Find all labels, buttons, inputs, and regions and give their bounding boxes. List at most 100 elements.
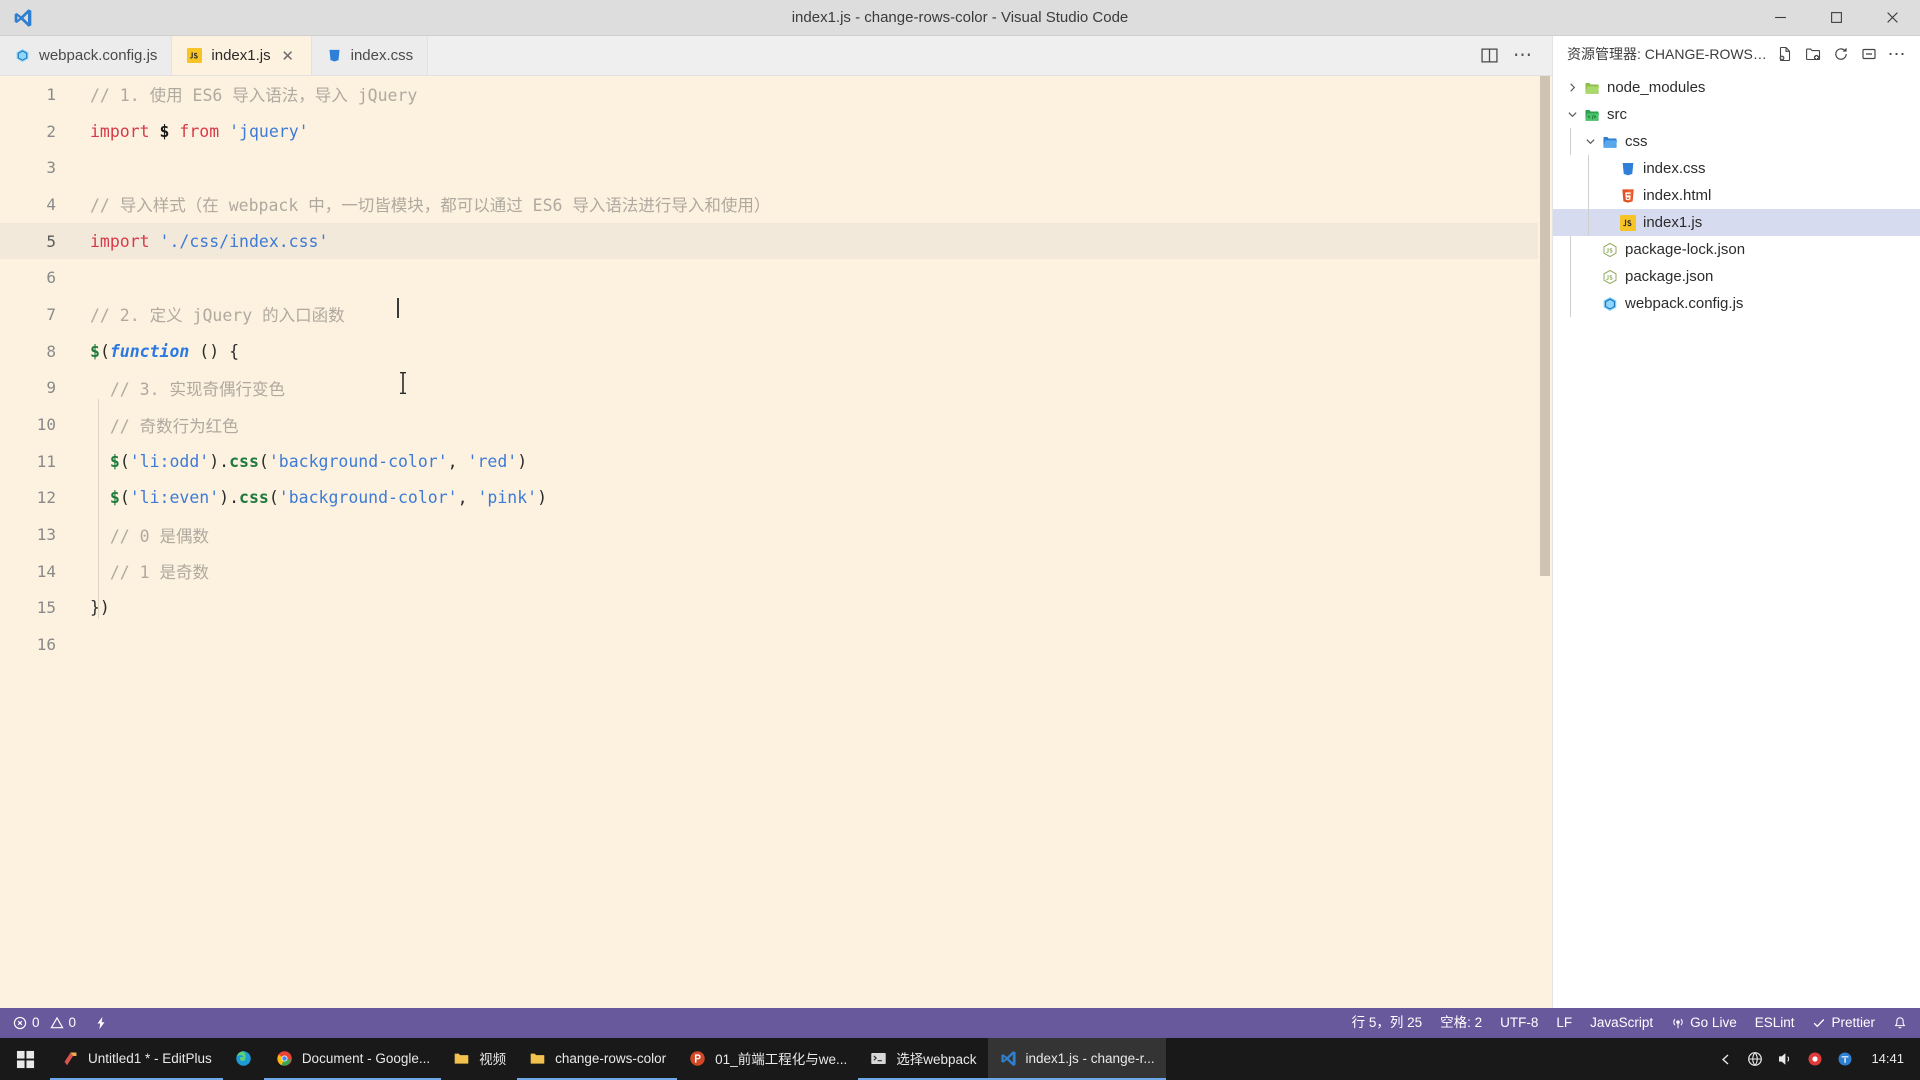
line-content: // 3. 实现奇偶行变色	[74, 376, 285, 400]
taskbar-item[interactable]: change-rows-color	[517, 1038, 678, 1080]
line-content: // 2. 定义 jQuery 的入口函数	[74, 302, 345, 326]
tree-item-css[interactable]: css	[1553, 128, 1920, 155]
code-line[interactable]: 3	[0, 149, 1538, 186]
chevron-right-icon[interactable]	[1563, 82, 1581, 93]
go-live-status[interactable]: Go Live	[1662, 1008, 1746, 1038]
more-actions-icon[interactable]: ⋯	[1508, 41, 1538, 71]
tree-item-index-html[interactable]: index.html	[1553, 182, 1920, 209]
indentation-status[interactable]: 空格: 2	[1431, 1008, 1491, 1038]
code-line[interactable]: 14 // 1 是奇数	[0, 553, 1538, 590]
taskbar-item[interactable]: Document - Google...	[263, 1038, 442, 1080]
close-button[interactable]	[1864, 0, 1920, 36]
refresh-icon[interactable]	[1828, 41, 1854, 67]
code-line[interactable]: 5 import './css/index.css'	[0, 222, 1538, 260]
line-number: 8	[46, 341, 56, 361]
tree-item-webpack-config-js[interactable]: webpack.config.js	[1553, 290, 1920, 317]
encoding-status[interactable]: UTF-8	[1491, 1008, 1547, 1038]
code-token: (	[258, 451, 269, 471]
editor-scrollbar-thumb[interactable]	[1540, 76, 1550, 576]
show-hidden-icons-icon[interactable]	[1715, 1049, 1735, 1069]
tree-item-package-json[interactable]: package.json	[1553, 263, 1920, 290]
tree-item-index-css[interactable]: index.css	[1553, 155, 1920, 182]
tab-index-css[interactable]: index.css	[311, 36, 429, 75]
code-token: .	[229, 488, 240, 508]
tree-item-package-lock-json[interactable]: package-lock.json	[1553, 236, 1920, 263]
editor-scrollbar[interactable]	[1538, 76, 1552, 1008]
code-line[interactable]: 6	[0, 259, 1538, 296]
code-line[interactable]: 1 // 1. 使用 ES6 导入语法，导入 jQuery	[0, 76, 1538, 113]
code-token: from	[179, 121, 220, 141]
tab-webpack-config-js[interactable]: webpack.config.js	[0, 36, 173, 75]
status-bar: 0 0 行 5，列 25 空格: 2 UTF-8 LF JavaScript G…	[0, 1008, 1920, 1038]
code-token: // 1 是奇数	[90, 563, 210, 583]
input-method-icon[interactable]	[1835, 1049, 1855, 1069]
language-mode-status[interactable]: JavaScript	[1581, 1008, 1662, 1038]
recording-icon[interactable]	[1805, 1049, 1825, 1069]
folder-src-icon	[1581, 107, 1603, 123]
powerpoint-icon	[688, 1049, 707, 1068]
prettier-status[interactable]: Prettier	[1803, 1008, 1884, 1038]
line-content: // 导入样式（在 webpack 中，一切皆模块，都可以通过 ES6 导入语法…	[74, 192, 770, 216]
code-line[interactable]: 11 $('li:odd').css('background-color', '…	[0, 443, 1538, 480]
new-folder-icon[interactable]	[1800, 41, 1826, 67]
code-token: .	[219, 451, 230, 471]
views-more-actions-icon[interactable]: ⋯	[1884, 41, 1910, 67]
split-editor-icon[interactable]	[1474, 41, 1504, 71]
tab-close-icon[interactable]: ✕	[279, 47, 297, 65]
code-token: $	[90, 341, 100, 361]
editplus-icon	[61, 1049, 80, 1068]
code-line[interactable]: 2 import $ from 'jquery'	[0, 113, 1538, 150]
tree-item-node-modules[interactable]: node_modules	[1553, 74, 1920, 101]
code-token: './css/index.css'	[159, 231, 329, 251]
line-content: // 0 是偶数	[74, 523, 209, 547]
code-line[interactable]: 13 // 0 是偶数	[0, 516, 1538, 553]
eslint-status[interactable]: ESLint	[1746, 1008, 1804, 1038]
remote-ports-status[interactable]	[85, 1008, 117, 1038]
taskbar-item[interactable]: 视频	[441, 1038, 517, 1080]
code-line[interactable]: 8 $(function () {	[0, 333, 1538, 370]
code-token: function	[109, 341, 190, 361]
taskbar-item[interactable]	[223, 1038, 264, 1080]
code-line[interactable]: 16	[0, 626, 1538, 663]
collapse-all-icon[interactable]	[1856, 41, 1882, 67]
taskbar-item[interactable]: 选择webpack	[858, 1038, 988, 1080]
minimize-button[interactable]	[1752, 0, 1808, 36]
editor-area: webpack.config.js index1.js ✕ index.css	[0, 36, 1552, 1008]
chevron-down-icon[interactable]	[1581, 136, 1599, 147]
cursor-position-status[interactable]: 行 5，列 25	[1343, 1008, 1432, 1038]
maximize-button[interactable]	[1808, 0, 1864, 36]
tree-item-label: index.css	[1643, 160, 1706, 177]
code-token: (	[99, 341, 110, 361]
code-line[interactable]: 9 // 3. 实现奇偶行变色	[0, 370, 1538, 407]
eol-status[interactable]: LF	[1547, 1008, 1581, 1038]
problems-status[interactable]: 0 0	[4, 1008, 85, 1038]
tab-index1-js[interactable]: index1.js ✕	[172, 36, 312, 75]
code-line[interactable]: 12 $('li:even').css('background-color', …	[0, 480, 1538, 517]
taskbar-item[interactable]: Untitled1 * - EditPlus	[50, 1038, 223, 1080]
code-line[interactable]: 15})	[0, 590, 1538, 627]
code-token: 'background-color'	[268, 451, 448, 471]
new-file-icon[interactable]	[1772, 41, 1798, 67]
line-number: 4	[46, 194, 56, 214]
tree-item-index1-js[interactable]: index1.js	[1553, 209, 1920, 236]
code-token: // 2. 定义 jQuery 的入口函数	[90, 306, 345, 326]
tree-indent-guide	[1588, 209, 1589, 236]
network-icon[interactable]	[1745, 1049, 1765, 1069]
code-line[interactable]: 4 // 导入样式（在 webpack 中，一切皆模块，都可以通过 ES6 导入语…	[0, 186, 1538, 223]
taskbar-clock[interactable]: 14:41	[1865, 1051, 1910, 1067]
css-icon	[326, 47, 343, 64]
code-content[interactable]: 1 // 1. 使用 ES6 导入语法，导入 jQuery 2 import $ fr…	[0, 76, 1538, 1008]
notifications-status[interactable]	[1884, 1008, 1916, 1038]
windows-start-icon[interactable]	[0, 1038, 50, 1080]
code-line[interactable]: 7 // 2. 定义 jQuery 的入口函数	[0, 296, 1538, 333]
taskbar-item[interactable]: index1.js - change-r...	[987, 1038, 1166, 1080]
tree-item-src[interactable]: src	[1553, 101, 1920, 128]
code-token: (	[119, 451, 130, 471]
taskbar-item[interactable]: 01_前端工程化与we...	[677, 1038, 858, 1080]
volume-icon[interactable]	[1775, 1049, 1795, 1069]
code-line[interactable]: 10 // 奇数行为红色	[0, 406, 1538, 443]
chevron-down-icon[interactable]	[1563, 109, 1581, 120]
window-controls	[1752, 0, 1920, 36]
javascript-icon	[1617, 214, 1639, 231]
